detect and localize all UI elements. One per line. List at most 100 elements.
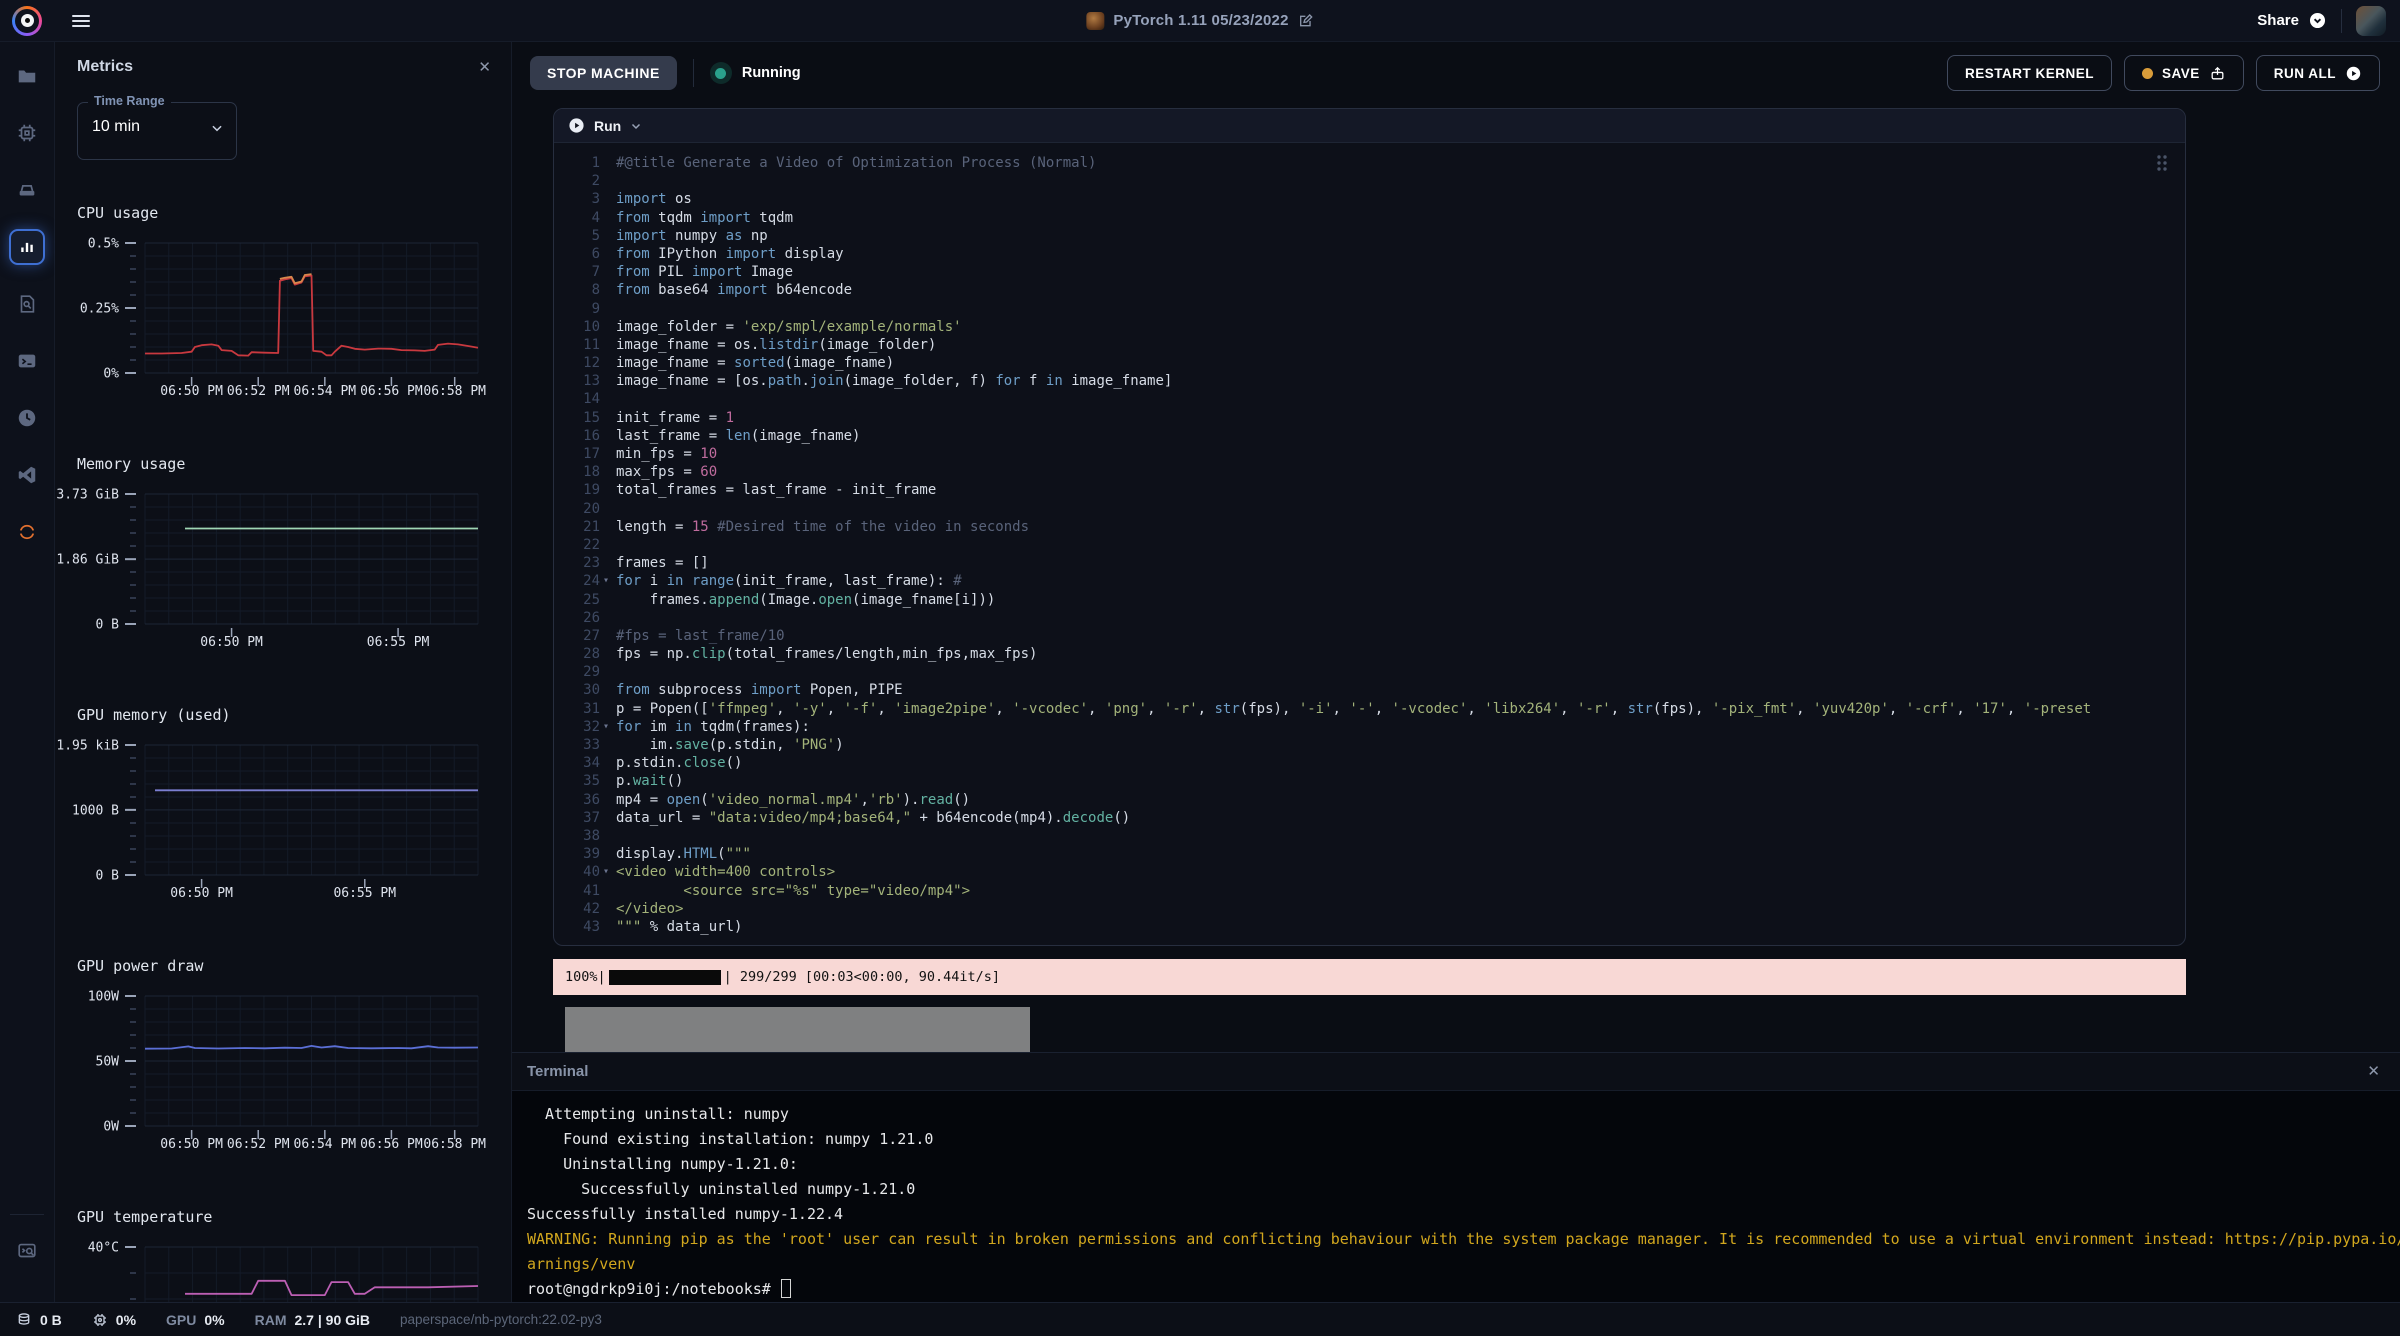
code-line[interactable]: 14 <box>554 390 2185 408</box>
code-line[interactable]: 23frames = [] <box>554 554 2185 572</box>
terminal-close-icon[interactable]: ✕ <box>2367 1064 2380 1079</box>
code-line[interactable]: 39display.HTML(""" <box>554 845 2185 863</box>
line-number: 26 <box>554 609 600 627</box>
code-line[interactable]: 16last_frame = len(image_fname) <box>554 427 2185 445</box>
chart-gpu-power-draw: GPU power draw0W50W100W06:50 PM06:52 PM0… <box>55 957 511 1208</box>
code-line[interactable]: 31p = Popen(['ffmpeg', '-y', '-f', 'imag… <box>554 700 2185 718</box>
run-all-button[interactable]: RUN ALL <box>2256 55 2380 91</box>
code-line[interactable]: 10image_folder = 'exp/smpl/example/norma… <box>554 318 2185 336</box>
code-line[interactable]: 18max_fps = 60 <box>554 463 2185 481</box>
code-line[interactable]: 33 im.save(p.stdin, 'PNG') <box>554 736 2185 754</box>
cell-header: Run <box>554 109 2185 143</box>
menu-icon[interactable] <box>72 12 90 30</box>
rail-metrics-icon[interactable] <box>9 229 45 265</box>
fold-arrow-icon[interactable]: ▾ <box>600 863 612 881</box>
code-line[interactable]: 2 <box>554 172 2185 190</box>
video-output-placeholder[interactable] <box>565 1007 1030 1052</box>
code-text: p.wait() <box>616 772 2185 790</box>
code-line[interactable]: 11image_fname = os.listdir(image_folder) <box>554 336 2185 354</box>
code-text <box>616 172 2185 190</box>
code-line[interactable]: 6from IPython import display <box>554 245 2185 263</box>
share-button[interactable]: Share <box>2257 11 2327 30</box>
code-line[interactable]: 1#@title Generate a Video of Optimizatio… <box>554 154 2185 172</box>
code-line[interactable]: 7from PIL import Image <box>554 263 2185 281</box>
fold-arrow-icon[interactable]: ▾ <box>600 718 612 736</box>
notebook-canvas[interactable]: Run 1#@title Generate a Video of Optimiz… <box>512 104 2400 1052</box>
code-line[interactable]: 12image_fname = sorted(image_fname) <box>554 354 2185 372</box>
code-line[interactable]: 25 frames.append(Image.open(image_fname[… <box>554 591 2185 609</box>
code-line[interactable]: 21length = 15 #Desired time of the video… <box>554 518 2185 536</box>
fold-spacer <box>600 663 612 681</box>
rail-compute-icon[interactable] <box>9 115 45 151</box>
code-line[interactable]: 43""" % data_url) <box>554 918 2185 936</box>
notebook-title[interactable]: PyTorch 1.11 05/23/2022 <box>1113 12 1288 29</box>
rail-screen-search-icon[interactable] <box>9 1233 45 1269</box>
line-number: 27 <box>554 627 600 645</box>
code-line[interactable]: 8from base64 import b64encode <box>554 281 2185 299</box>
user-avatar[interactable] <box>2356 6 2386 36</box>
save-button[interactable]: SAVE <box>2124 55 2244 91</box>
code-line[interactable]: 15init_frame = 1 <box>554 409 2185 427</box>
code-text: init_frame = 1 <box>616 409 2185 427</box>
code-line[interactable]: 38 <box>554 827 2185 845</box>
code-line[interactable]: 22 <box>554 536 2185 554</box>
restart-kernel-button[interactable]: RESTART KERNEL <box>1947 55 2112 91</box>
stop-machine-button[interactable]: STOP MACHINE <box>530 56 677 90</box>
code-line[interactable]: 24▾for i in range(init_frame, last_frame… <box>554 572 2185 590</box>
code-line[interactable]: 13image_fname = [os.path.join(image_fold… <box>554 372 2185 390</box>
code-line[interactable]: 4from tqdm import tqdm <box>554 209 2185 227</box>
rail-jupyter-icon[interactable] <box>9 514 45 550</box>
fold-arrow-icon[interactable]: ▾ <box>600 572 612 590</box>
rail-datasets-icon[interactable] <box>9 172 45 208</box>
code-line[interactable]: 9 <box>554 300 2185 318</box>
line-number: 13 <box>554 372 600 390</box>
metrics-close-icon[interactable]: ✕ <box>478 60 491 75</box>
code-line[interactable]: 30from subprocess import Popen, PIPE <box>554 681 2185 699</box>
code-line[interactable]: 29 <box>554 663 2185 681</box>
code-line[interactable]: 32▾for im in tqdm(frames): <box>554 718 2185 736</box>
rail-logs-icon[interactable] <box>9 286 45 322</box>
code-line[interactable]: 3import os <box>554 190 2185 208</box>
rail-terminal-icon[interactable] <box>9 343 45 379</box>
code-line[interactable]: 20 <box>554 500 2185 518</box>
run-options-chevron-icon[interactable] <box>630 120 642 132</box>
play-circle-icon <box>2345 65 2362 82</box>
fold-spacer <box>600 627 612 645</box>
svg-text:100W: 100W <box>88 990 119 1005</box>
code-line[interactable]: 40▾<video width=400 controls> <box>554 863 2185 881</box>
code-line[interactable]: 37data_url = "data:video/mp4;base64," + … <box>554 809 2185 827</box>
code-line[interactable]: 28fps = np.clip(total_frames/length,min_… <box>554 645 2185 663</box>
code-text: <source src="%s" type="video/mp4"> <box>616 882 2185 900</box>
code-line[interactable]: 42</video> <box>554 900 2185 918</box>
paperspace-logo-icon[interactable] <box>12 6 42 36</box>
run-all-label: RUN ALL <box>2274 66 2336 81</box>
rail-history-icon[interactable] <box>9 400 45 436</box>
fold-spacer <box>600 791 612 809</box>
terminal-prompt[interactable]: root@ngdrkp9i0j:/notebooks# <box>527 1277 2400 1302</box>
rail-vscode-icon[interactable] <box>9 457 45 493</box>
code-line[interactable]: 36mp4 = open('video_normal.mp4','rb').re… <box>554 791 2185 809</box>
progress-bar-fill <box>609 970 721 985</box>
code-editor[interactable]: 1#@title Generate a Video of Optimizatio… <box>554 143 2185 945</box>
fold-spacer <box>600 172 612 190</box>
edit-title-icon[interactable] <box>1298 13 1314 29</box>
code-line[interactable]: 19total_frames = last_frame - init_frame <box>554 481 2185 499</box>
terminal-output[interactable]: Attempting uninstall: numpy Found existi… <box>512 1091 2400 1302</box>
code-line[interactable]: 41 <source src="%s" type="video/mp4"> <box>554 882 2185 900</box>
code-line[interactable]: 17min_fps = 10 <box>554 445 2185 463</box>
fold-spacer <box>600 645 612 663</box>
run-cell-button[interactable] <box>568 117 585 134</box>
cell-drag-handle-icon[interactable] <box>2155 153 2169 173</box>
code-line[interactable]: 5import numpy as np <box>554 227 2185 245</box>
code-line[interactable]: 26 <box>554 609 2185 627</box>
rail-files-icon[interactable] <box>9 58 45 94</box>
run-cell-label[interactable]: Run <box>594 118 621 134</box>
code-text <box>616 500 2185 518</box>
code-line[interactable]: 34p.stdin.close() <box>554 754 2185 772</box>
cpu-value: 0% <box>116 1312 136 1328</box>
code-line[interactable]: 35p.wait() <box>554 772 2185 790</box>
code-line[interactable]: 27#fps = last_frame/10 <box>554 627 2185 645</box>
gpu-usage: GPU 0% <box>166 1312 225 1328</box>
fold-spacer <box>600 500 612 518</box>
time-range-select[interactable]: Time Range 10 min <box>77 102 237 160</box>
